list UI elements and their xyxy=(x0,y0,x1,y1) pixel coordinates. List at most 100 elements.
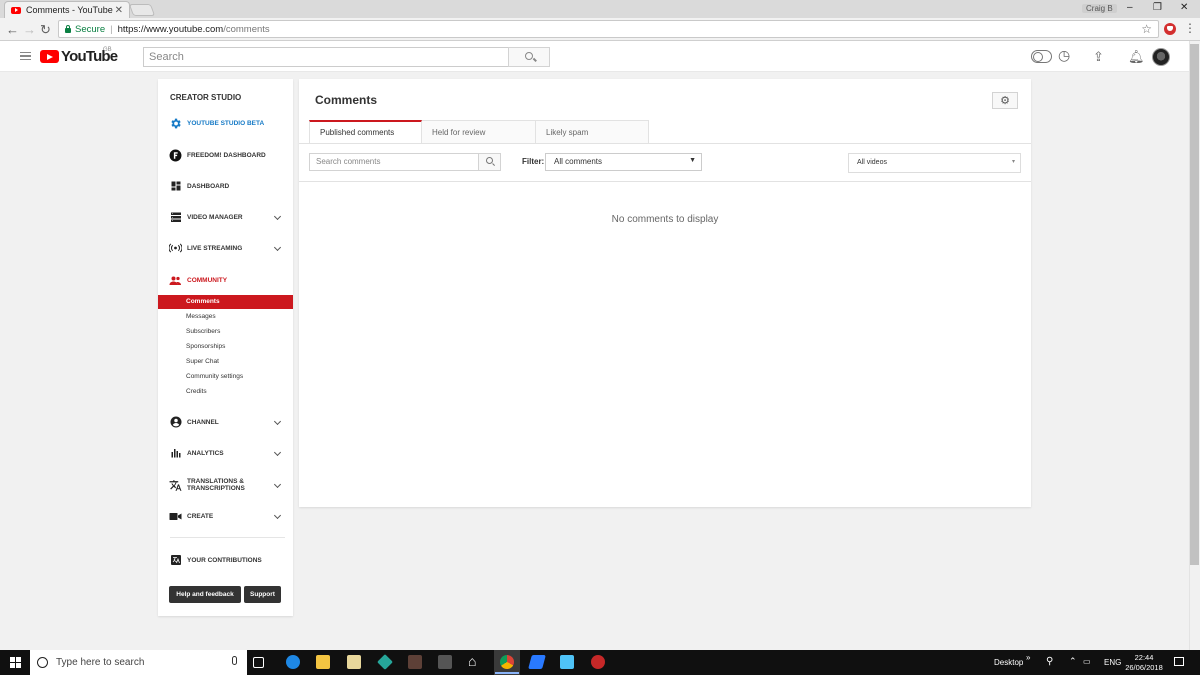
sidebar-item-dashboard[interactable]: DASHBOARD xyxy=(158,176,293,196)
youtube-logo-icon[interactable] xyxy=(40,50,59,63)
sidebar-item-analytics[interactable]: ANALYTICS xyxy=(158,443,293,463)
app-icon-lightblue[interactable] xyxy=(560,655,574,669)
desktop-toolbar-label[interactable]: Desktop xyxy=(994,658,1023,667)
minimize-icon[interactable]: – xyxy=(1127,2,1133,13)
support-button[interactable]: Support xyxy=(244,586,281,603)
microphone-icon[interactable] xyxy=(232,656,237,665)
home-icon[interactable]: ⌂ xyxy=(468,653,482,669)
sidebar-item-label: ANALYTICS xyxy=(187,449,224,457)
browser-tab-bar: Comments - YouTube ✕ Craig B – ❐ ✕ xyxy=(0,0,1200,18)
sidebar-subitem-sponsorships[interactable]: Sponsorships xyxy=(158,340,293,354)
chevron-down-icon[interactable] xyxy=(273,243,282,251)
create-icon xyxy=(169,510,182,523)
sidebar-item-label: CHANNEL xyxy=(187,418,219,426)
history-icon[interactable]: ◷ xyxy=(1058,47,1070,64)
back-icon[interactable]: ← xyxy=(6,22,19,37)
profile-name[interactable]: Craig B xyxy=(1082,4,1117,13)
sidebar-item-label: VIDEO MANAGER xyxy=(187,213,243,221)
youtube-favicon-icon xyxy=(11,6,21,14)
people-icon[interactable]: ⚲ xyxy=(1046,656,1053,667)
help-feedback-button[interactable]: Help and feedback xyxy=(169,586,241,603)
sidebar-item-channel[interactable]: CHANNEL xyxy=(158,412,293,432)
url-field[interactable]: Secure | https://www.youtube.com /commen… xyxy=(58,20,1159,38)
tab-held-for-review[interactable]: Held for review xyxy=(422,120,536,144)
task-view-icon[interactable] xyxy=(253,657,264,668)
chrome-icon[interactable] xyxy=(495,655,519,674)
sidebar-subitem-super-chat[interactable]: Super Chat xyxy=(158,355,293,369)
notifications-bell-icon[interactable]: 🔔︎ xyxy=(1128,49,1145,65)
app-icon-blue[interactable] xyxy=(528,655,546,669)
tray-expand-icon[interactable]: ⌃ xyxy=(1069,656,1077,667)
browser-tab[interactable]: Comments - YouTube ✕ xyxy=(4,1,130,18)
taskbar-search-input[interactable]: Type here to search xyxy=(30,650,247,675)
sidebar-item-video-manager[interactable]: VIDEO MANAGER xyxy=(158,207,293,227)
filter-select[interactable]: All comments ▼ xyxy=(545,153,702,171)
sidebar-title: CREATOR STUDIO xyxy=(170,93,242,102)
sidebar-subitem-comments[interactable]: Comments xyxy=(158,295,293,309)
scrollbar-thumb[interactable] xyxy=(1190,44,1199,565)
paint-app-icon[interactable] xyxy=(408,655,422,669)
search-input[interactable]: Search xyxy=(143,47,509,67)
cortana-icon xyxy=(37,657,48,668)
toolbar-expand-icon[interactable]: » xyxy=(1026,653,1030,662)
store-icon[interactable] xyxy=(438,655,452,669)
sidebar-item-label: FREEDOM! DASHBOARD xyxy=(187,151,266,159)
toggle-icon[interactable] xyxy=(1031,50,1052,63)
edge-browser-icon[interactable] xyxy=(286,655,300,669)
chevron-down-icon[interactable] xyxy=(273,417,282,425)
freedom-logo-icon xyxy=(169,149,182,162)
language-indicator[interactable]: ENG xyxy=(1104,658,1121,667)
dashboard-icon xyxy=(169,180,182,193)
chevron-down-icon[interactable] xyxy=(273,480,282,488)
bookmark-star-icon[interactable]: ☆ xyxy=(1141,22,1152,36)
clock[interactable]: 22:44 26/06/2018 xyxy=(1124,653,1164,673)
search-comments-button[interactable] xyxy=(478,153,501,171)
file-explorer-icon[interactable] xyxy=(316,655,330,669)
sidebar-subitem-messages[interactable]: Messages xyxy=(158,310,293,324)
chevron-down-icon[interactable] xyxy=(273,511,282,519)
tab-likely-spam[interactable]: Likely spam xyxy=(536,120,649,144)
notes-app-icon[interactable] xyxy=(347,655,361,669)
notifications-icon[interactable] xyxy=(1174,657,1184,666)
tab-published-comments[interactable]: Published comments xyxy=(309,120,422,144)
sourcetree-icon[interactable] xyxy=(377,654,393,670)
filter-label: Filter: xyxy=(522,157,545,166)
reload-icon[interactable]: ↻ xyxy=(40,22,51,38)
translations-label-line1: TRANSLATIONS & xyxy=(187,478,244,485)
sidebar-item-freedom[interactable]: FREEDOM! DASHBOARD xyxy=(158,145,293,165)
sidebar-item-community[interactable]: COMMUNITY xyxy=(158,270,293,290)
close-window-icon[interactable]: ✕ xyxy=(1180,2,1188,13)
sidebar-item-contributions[interactable]: YOUR CONTRIBUTIONS xyxy=(158,550,293,570)
empty-state-message: No comments to display xyxy=(611,214,719,225)
sidebar-item-create[interactable]: CREATE xyxy=(158,506,293,526)
upload-icon[interactable]: ⇪ xyxy=(1093,49,1104,65)
search-comments-input[interactable]: Search comments xyxy=(309,153,479,171)
windows-start-icon[interactable] xyxy=(10,657,21,668)
hamburger-menu-icon[interactable] xyxy=(20,52,31,60)
comment-tabs: Published comments Held for review Likel… xyxy=(309,120,649,144)
app-icon-red[interactable] xyxy=(591,655,605,669)
chevron-down-icon[interactable] xyxy=(273,448,282,456)
forward-icon[interactable]: → xyxy=(23,22,36,37)
sidebar-subitem-credits[interactable]: Credits xyxy=(158,385,293,399)
taskbar-search-placeholder: Type here to search xyxy=(56,657,145,668)
account-avatar[interactable] xyxy=(1152,48,1170,66)
restore-icon[interactable]: ❐ xyxy=(1153,2,1162,13)
browser-menu-icon[interactable]: ⋮ xyxy=(1184,21,1196,35)
videos-select[interactable]: All videos ▾ xyxy=(848,153,1021,173)
network-icon[interactable]: ▭ xyxy=(1083,657,1091,666)
extension-shield-icon[interactable] xyxy=(1164,23,1176,35)
search-button[interactable] xyxy=(508,47,550,67)
sidebar-item-translations[interactable]: TRANSLATIONS & TRANSCRIPTIONS xyxy=(158,475,293,495)
videos-selected-value: All videos xyxy=(857,159,887,166)
comment-settings-button[interactable]: ⚙︎ xyxy=(992,92,1018,109)
tabs-divider xyxy=(299,143,1031,144)
tab-close-icon[interactable]: ✕ xyxy=(115,5,123,16)
chevron-down-icon[interactable] xyxy=(273,212,282,220)
new-tab-button[interactable] xyxy=(128,4,156,16)
gear-icon xyxy=(169,117,182,130)
sidebar-item-studio-beta[interactable]: YOUTUBE STUDIO BETA xyxy=(158,113,293,133)
sidebar-subitem-community-settings[interactable]: Community settings xyxy=(158,370,293,384)
sidebar-item-live-streaming[interactable]: LIVE STREAMING xyxy=(158,238,293,258)
sidebar-subitem-subscribers[interactable]: Subscribers xyxy=(158,325,293,339)
